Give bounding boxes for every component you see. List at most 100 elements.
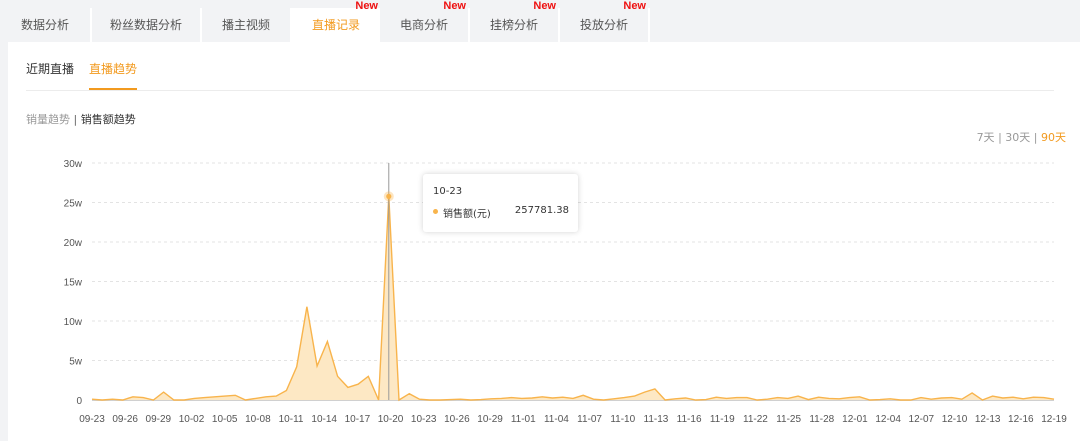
x-tick-label: 12-04 (875, 414, 901, 425)
data-point (245, 399, 247, 401)
data-point (1053, 398, 1055, 400)
x-tick-label: 10-26 (444, 414, 470, 425)
x-tick-label: 12-16 (1008, 414, 1034, 425)
series-dot-icon (433, 209, 438, 214)
data-point (930, 398, 932, 400)
x-tick-label: 11-22 (743, 414, 768, 425)
data-point (726, 397, 728, 399)
x-tick-label: 10-08 (245, 414, 271, 425)
data-point (419, 398, 421, 400)
data-point (1033, 396, 1035, 398)
data-point (746, 397, 748, 399)
data-point (572, 397, 574, 399)
x-tick-label: 11-04 (544, 414, 569, 425)
x-tick-label: 12-01 (842, 414, 868, 425)
y-tick-label: 0 (76, 396, 82, 407)
x-tick-label: 10-17 (345, 414, 371, 425)
data-point (695, 399, 697, 401)
x-tick-label: 11-10 (610, 414, 635, 425)
data-point (490, 398, 492, 400)
x-tick-label: 11-07 (577, 414, 602, 425)
data-point (480, 399, 482, 401)
x-tick-label: 12-19 (1041, 414, 1067, 425)
data-point (807, 399, 809, 401)
x-tick-label: 09-23 (79, 414, 105, 425)
highlight-point (386, 193, 392, 199)
data-point (838, 398, 840, 400)
data-point (1002, 397, 1004, 399)
x-tick-label: 11-13 (644, 414, 669, 425)
data-point (705, 399, 707, 401)
x-tick-label: 12-07 (909, 414, 935, 425)
data-point (183, 399, 185, 401)
data-point (1022, 398, 1024, 400)
data-point (357, 383, 359, 385)
data-point (367, 375, 369, 377)
data-point (449, 399, 451, 401)
data-point (879, 399, 881, 401)
x-tick-label: 09-29 (146, 414, 172, 425)
data-point (132, 396, 134, 398)
x-tick-label: 12-10 (942, 414, 968, 425)
x-tick-label: 10-29 (477, 414, 503, 425)
data-point (756, 399, 758, 401)
y-tick-label: 5w (69, 357, 83, 368)
data-point (112, 398, 114, 400)
data-point (552, 397, 554, 399)
tooltip-value: 257781.38 (514, 205, 569, 216)
data-point (408, 393, 410, 395)
data-point (889, 398, 891, 400)
data-point (1043, 397, 1045, 399)
x-tick-label: 11-25 (776, 414, 801, 425)
data-point (296, 366, 298, 368)
data-point (398, 399, 400, 401)
data-point (459, 398, 461, 400)
x-tick-label: 09-26 (112, 414, 138, 425)
data-point (828, 397, 830, 399)
data-point (715, 396, 717, 398)
x-tick-label: 12-13 (975, 414, 1001, 425)
data-point (777, 397, 779, 399)
x-tick-label: 10-14 (311, 414, 337, 425)
data-point (848, 397, 850, 399)
x-tick-label: 10-20 (378, 414, 404, 425)
data-point (173, 399, 175, 401)
data-point (378, 399, 380, 401)
data-point (736, 397, 738, 399)
x-tick-label: 11-19 (710, 414, 735, 425)
data-point (531, 397, 533, 399)
data-point (511, 397, 513, 399)
data-point (214, 396, 216, 398)
data-point (562, 396, 564, 398)
data-point (337, 375, 339, 377)
data-point (685, 397, 687, 399)
data-point (122, 399, 124, 401)
data-point (633, 395, 635, 397)
data-point (797, 395, 799, 397)
data-point (603, 399, 605, 401)
x-tick-label: 11-01 (511, 414, 536, 425)
data-point (204, 397, 206, 399)
data-point (429, 399, 431, 401)
tooltip-label: 销售额(元) (443, 209, 491, 220)
data-point (152, 399, 154, 401)
data-point (326, 341, 328, 343)
data-point (787, 397, 789, 399)
data-point (818, 396, 820, 398)
data-point (234, 394, 236, 396)
y-tick-label: 20w (64, 238, 83, 249)
y-tick-label: 10w (64, 317, 83, 328)
data-point (644, 391, 646, 393)
x-tick-label: 10-05 (212, 414, 238, 425)
data-point (193, 397, 195, 399)
data-point (971, 392, 973, 394)
data-point (920, 397, 922, 399)
data-point (900, 399, 902, 401)
data-point (163, 391, 165, 393)
data-point (541, 396, 543, 398)
y-tick-label: 15w (64, 278, 83, 289)
data-point (1012, 396, 1014, 398)
y-tick-label: 30w (64, 159, 83, 170)
data-point (347, 386, 349, 388)
data-point (766, 398, 768, 400)
